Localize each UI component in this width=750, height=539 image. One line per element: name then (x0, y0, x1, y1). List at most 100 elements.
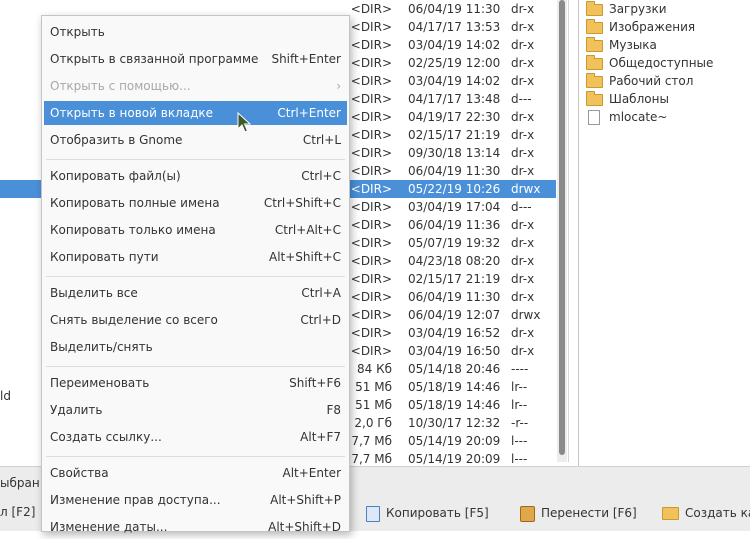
file-attr: dr-x (511, 254, 535, 268)
menu-item-shortcut: Shift+Enter (271, 52, 341, 66)
menu-item[interactable]: Изменение даты... Alt+Shift+D (44, 515, 347, 539)
new-folder-button[interactable]: Создать кат (662, 503, 750, 523)
file-attr: dr-x (511, 344, 535, 358)
tree-item[interactable]: Загрузки (579, 0, 750, 18)
file-date: 03/04/19 16:50 (408, 344, 501, 358)
menu-separator (46, 276, 345, 277)
file-date: 09/30/18 13:14 (408, 146, 501, 160)
file-attr: dr-x (511, 20, 535, 34)
folder-icon (586, 73, 603, 88)
copy-icon (366, 505, 380, 522)
menu-item-shortcut: Alt+Enter (282, 466, 341, 480)
file-attr: dr-x (511, 38, 535, 52)
menu-item-label: Открыть в связанной программе (50, 52, 259, 66)
menu-item-label: Удалить (50, 403, 103, 417)
menu-item[interactable]: Открыть в связанной программе Shift+Enter (44, 47, 347, 71)
tree-item[interactable]: mlocate~ (579, 108, 750, 126)
copy-button[interactable]: Копировать [F5] (366, 503, 489, 523)
context-menu: Открыть Открыть в связанной программе Shif… (41, 15, 350, 534)
file-attr: ---- (511, 362, 529, 376)
menu-item[interactable]: Свойства Alt+Enter (44, 461, 347, 485)
tree-item[interactable]: Изображения (579, 18, 750, 36)
file-attr: dr-x (511, 164, 535, 178)
file-date: 02/15/17 21:19 (408, 128, 501, 142)
folder-icon (586, 19, 603, 34)
tree-item-label: Общедоступные (609, 56, 714, 70)
menu-item-label: Создать ссылку... (50, 430, 162, 444)
folder-icon (586, 55, 603, 70)
move-button[interactable]: Перенести [F6] (520, 503, 637, 523)
menu-item[interactable]: Переименовать Shift+F6 (44, 371, 347, 395)
file-attr: dr-x (511, 218, 535, 232)
file-list-scrollbar-thumb[interactable] (559, 0, 565, 455)
tree-item[interactable]: Шаблоны (579, 90, 750, 108)
tree-item-label: Загрузки (609, 2, 667, 16)
file-attr: dr-x (511, 2, 535, 16)
file-attr: dr-x (511, 74, 535, 88)
menu-item-shortcut: Alt+Shift+D (268, 520, 341, 534)
menu-item-label: Отобразить в Gnome (50, 133, 183, 147)
menu-item-label: Снять выделение со всего (50, 313, 218, 327)
file-date: 03/04/19 16:52 (408, 326, 501, 340)
file-attr: dr-x (511, 56, 535, 70)
tree-item[interactable]: Рабочий стол (579, 72, 750, 90)
file-date: 05/07/19 19:32 (408, 236, 501, 250)
menu-item[interactable]: Создать ссылку... Alt+F7 (44, 425, 347, 449)
file-date: 06/04/19 11:30 (408, 164, 501, 178)
menu-item[interactable]: Открыть с помощью... › (44, 74, 347, 98)
file-date: 02/25/19 12:00 (408, 56, 501, 70)
file-date: 06/04/19 11:30 (408, 290, 501, 304)
menu-item-label: Копировать файл(ы) (50, 169, 181, 183)
tree-item-label: Рабочий стол (609, 74, 694, 88)
menu-item[interactable]: Снять выделение со всего Ctrl+D (44, 308, 347, 332)
file-attr: d--- (511, 200, 532, 214)
menu-item-label: Изменение прав доступа... (50, 493, 221, 507)
menu-item[interactable]: Удалить F8 (44, 398, 347, 422)
menu-separator (46, 159, 345, 160)
new-folder-button-label: Создать кат (685, 506, 750, 520)
menu-item[interactable]: Открыть (44, 20, 347, 44)
folder-icon (586, 37, 603, 52)
menu-item[interactable]: Открыть в новой вкладке Ctrl+Enter (44, 101, 347, 125)
copy-button-label: Копировать [F5] (386, 506, 489, 520)
file-attr: dr-x (511, 326, 535, 340)
file-attr: dr-x (511, 290, 535, 304)
tree-item[interactable]: Общедоступные (579, 54, 750, 72)
menu-item[interactable]: Отобразить в Gnome Ctrl+L (44, 128, 347, 152)
menu-item-label: Изменение даты... (50, 520, 168, 534)
f2-button-fragment[interactable]: л [F2] (0, 505, 35, 519)
menu-item[interactable]: Копировать только имена Ctrl+Alt+C (44, 218, 347, 242)
menu-item[interactable]: Копировать пути Alt+Shift+C (44, 245, 347, 269)
folder-tree-panel[interactable]: Загрузки Изображения Музыка Общедоступные Ра… (578, 0, 750, 467)
menu-item-label: Переименовать (50, 376, 150, 390)
file-attr: dr-x (511, 110, 535, 124)
menu-item-shortcut: F8 (326, 403, 341, 417)
file-attr: drwx (511, 182, 541, 196)
folder-icon (662, 507, 679, 520)
menu-item-shortcut: Ctrl+D (300, 313, 341, 327)
menu-item[interactable]: Копировать файл(ы) Ctrl+C (44, 164, 347, 188)
menu-item-shortcut: Alt+Shift+P (270, 493, 341, 507)
status-text: ыбран (0, 476, 40, 490)
menu-item-label: Копировать пути (50, 250, 159, 264)
menu-item-shortcut: Shift+F6 (289, 376, 341, 390)
folder-icon (586, 1, 603, 16)
file-attr: dr-x (511, 146, 535, 160)
tree-item-label: mlocate~ (609, 110, 668, 124)
file-date: 04/23/18 08:20 (408, 254, 501, 268)
menu-item[interactable]: Выделить/снять (44, 335, 347, 359)
tree-item[interactable]: Музыка (579, 36, 750, 54)
menu-item[interactable]: Выделить все Ctrl+A (44, 281, 347, 305)
mouse-cursor-icon (237, 112, 251, 133)
file-attr: drwx (511, 308, 541, 322)
menu-item-label: Копировать только имена (50, 223, 216, 237)
menu-item[interactable]: Копировать полные имена Ctrl+Shift+C (44, 191, 347, 215)
file-date: 05/18/19 14:46 (408, 398, 501, 412)
menu-item-label: Открыть с помощью... (50, 79, 191, 93)
menu-item-label: Выделить/снять (50, 340, 153, 354)
menu-item[interactable]: Изменение прав доступа... Alt+Shift+P (44, 488, 347, 512)
move-icon (520, 505, 535, 522)
file-attr: l--- (511, 434, 528, 448)
menu-item-label: Открыть в новой вкладке (50, 106, 214, 120)
filename-fragment: ld (0, 389, 11, 403)
